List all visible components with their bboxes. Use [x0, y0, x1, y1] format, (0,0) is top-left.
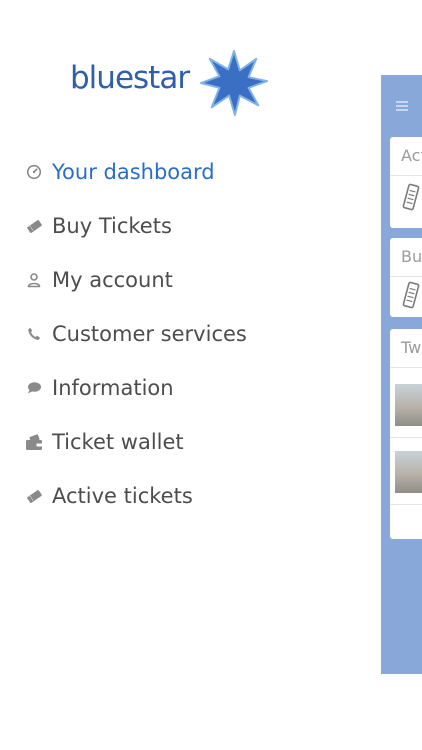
menu-item-information[interactable]: Information [0, 361, 360, 415]
card-title: Act [390, 137, 422, 176]
row-divider [390, 437, 422, 438]
card-title: Tw [390, 329, 422, 368]
bluestar-logo: bluestar [70, 48, 270, 120]
news-thumbnail[interactable] [395, 384, 422, 426]
dashboard-gauge-icon [25, 163, 43, 181]
menu-item-label: Buy Tickets [52, 214, 172, 238]
logo-wordmark: bluestar [70, 60, 190, 96]
phone-icon [25, 325, 43, 343]
wallet-icon [25, 433, 43, 451]
menu-item-label: Your dashboard [52, 160, 215, 184]
news-thumbnail[interactable] [395, 451, 422, 493]
side-menu: Your dashboard Buy Tickets My account Cu… [0, 145, 360, 523]
news-card[interactable]: Tw [390, 329, 422, 539]
menu-item-label: Information [52, 376, 174, 400]
ticket-icon [25, 487, 43, 505]
card-title: Buy [390, 238, 422, 277]
menu-item-label: Customer services [52, 322, 247, 346]
menu-item-label: My account [52, 268, 173, 292]
star-logo-icon [200, 49, 268, 117]
user-icon [25, 271, 43, 289]
ticket-icon [25, 217, 43, 235]
speech-bubble-icon [25, 379, 43, 397]
hamburger-menu-icon[interactable] [396, 101, 408, 113]
row-divider [390, 504, 422, 505]
ticket-icon [402, 183, 420, 211]
menu-item-your-dashboard[interactable]: Your dashboard [0, 145, 360, 199]
ticket-icon [402, 281, 420, 309]
menu-item-buy-tickets[interactable]: Buy Tickets [0, 199, 360, 253]
menu-item-ticket-wallet[interactable]: Ticket wallet [0, 415, 360, 469]
menu-item-label: Ticket wallet [52, 430, 184, 454]
app-screen: bluestar Your dashboard Buy Tickets My a… [0, 0, 422, 750]
menu-item-label: Active tickets [52, 484, 193, 508]
buy-tickets-card[interactable]: Buy [390, 238, 422, 317]
main-content-panel[interactable]: Act Buy [381, 75, 422, 674]
menu-item-active-tickets[interactable]: Active tickets [0, 469, 360, 523]
active-tickets-card[interactable]: Act [390, 137, 422, 228]
menu-item-my-account[interactable]: My account [0, 253, 360, 307]
menu-item-customer-services[interactable]: Customer services [0, 307, 360, 361]
